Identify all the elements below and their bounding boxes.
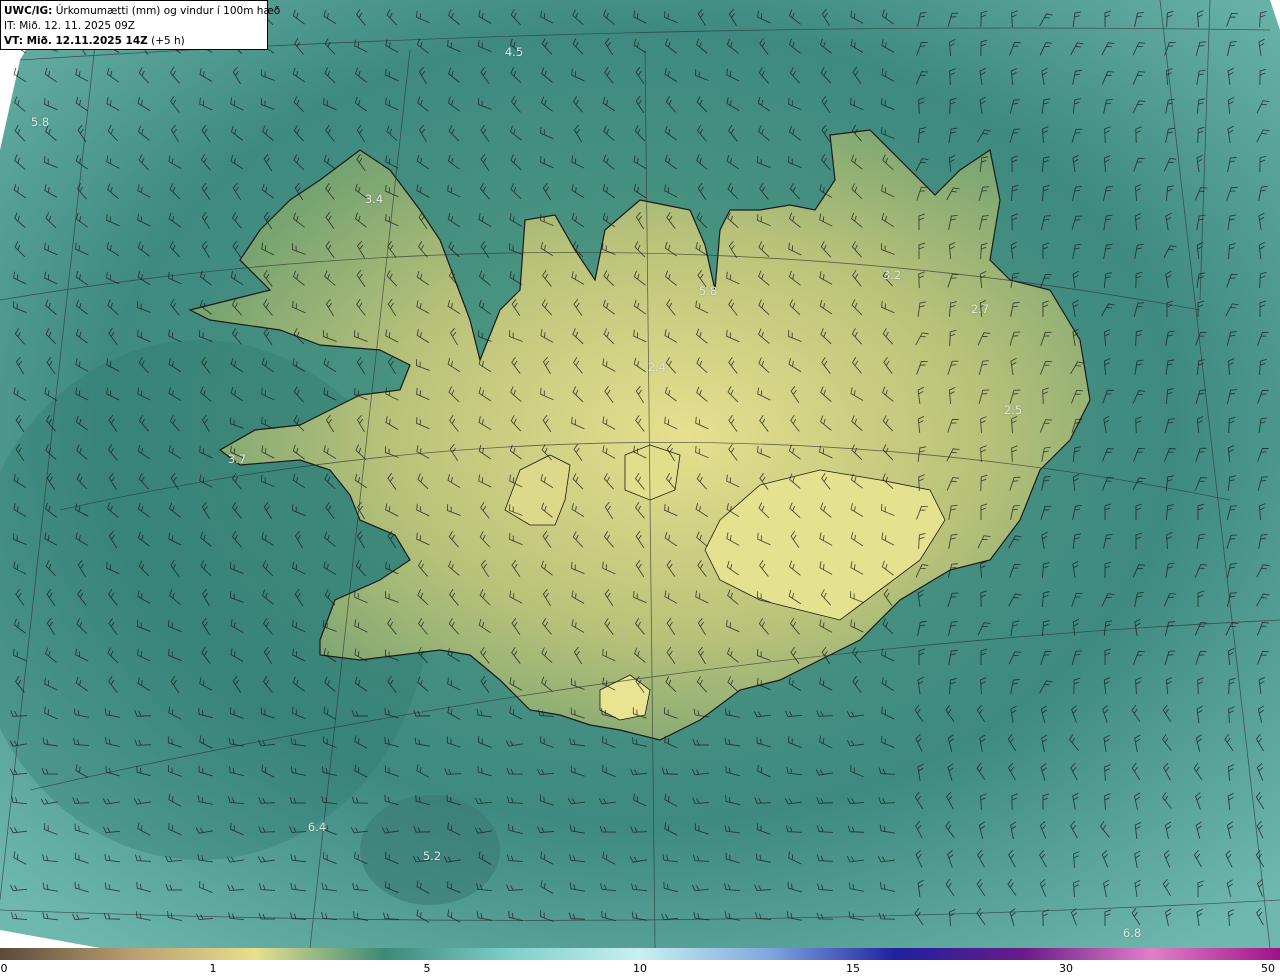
colorbar-tick: 30 (1059, 962, 1073, 975)
value-label: 3.7 (227, 452, 247, 466)
colorbar-tick: 5 (423, 962, 431, 975)
info-box: UWC/IG: Úrkomumætti (mm) og vindur í 100… (0, 0, 281, 50)
value-label: 3.2 (882, 268, 902, 282)
value-label: 4.5 (504, 45, 524, 59)
value-label: 5.8 (30, 115, 50, 129)
value-label: 3.4 (364, 192, 384, 206)
map-area[interactable]: UWC/IG: Úrkomumætti (mm) og vindur í 100… (0, 0, 1280, 948)
colorbar-tick: 10 (633, 962, 647, 975)
valid-time: VT: Mið. 12.11.2025 14Z (+5 h) (4, 35, 185, 47)
value-label: 2.5 (1003, 403, 1023, 417)
colorbar-tick: 0 (0, 962, 8, 975)
value-label: 2.4 (647, 360, 667, 374)
colorbar-strip (0, 948, 1280, 960)
value-label: 2.7 (970, 302, 990, 316)
colorbar-tick: 1 (209, 962, 217, 975)
value-label: 6.8 (1122, 926, 1142, 940)
value-label: 5.8 (698, 284, 718, 298)
colorbar-tick: 50 (1261, 962, 1275, 975)
colorbar: 0 1 5 10 15 30 50 (0, 948, 1280, 978)
value-label: 6.4 (307, 820, 327, 834)
issue-time: IT: Mið. 12. 11. 2025 09Z (4, 20, 135, 32)
title-line: UWC/IG: Úrkomumætti (mm) og vindur í 100… (4, 5, 281, 17)
value-label: 5.2 (422, 849, 442, 863)
colorbar-tick: 15 (846, 962, 860, 975)
weather-map[interactable] (0, 0, 1280, 948)
